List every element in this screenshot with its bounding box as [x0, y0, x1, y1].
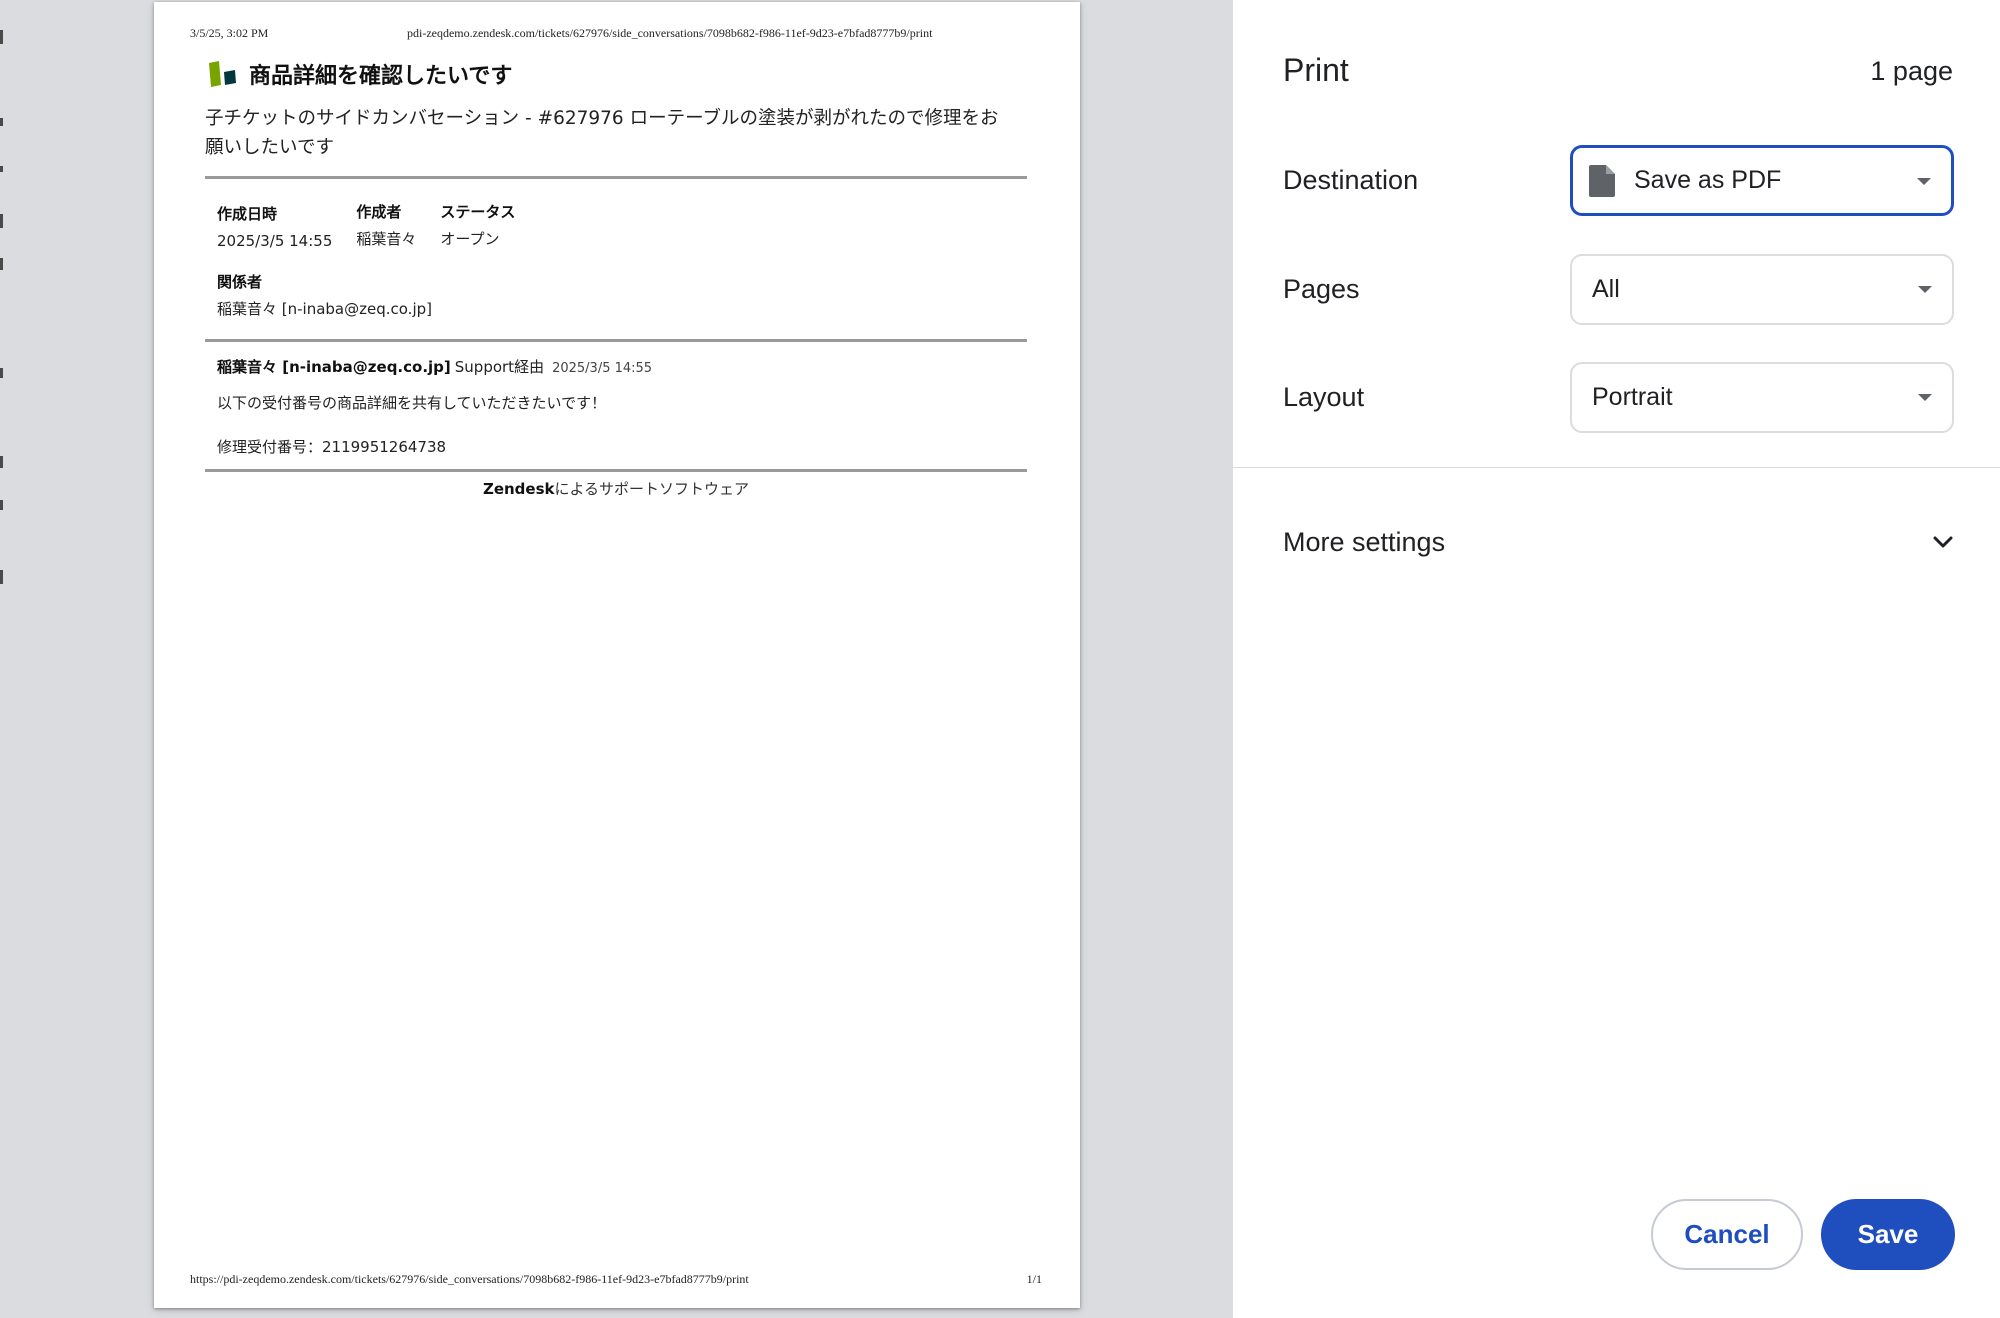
meta-cc: 関係者 稲葉音々 [n-inaba@zeq.co.jp] [217, 268, 1015, 322]
panel-title: Print [1283, 52, 1349, 88]
message-author: 稲葉音々 [n-inaba@zeq.co.jp] [217, 358, 451, 376]
message-timestamp: 2025/3/5 14:55 [552, 361, 653, 376]
page-header-url: pdi-zeqdemo.zendesk.com/tickets/627976/s… [407, 26, 933, 40]
cancel-button[interactable]: Cancel [1651, 1199, 1803, 1270]
powered-by-text: によるサポートソフトウェア [554, 480, 750, 498]
pages-select[interactable]: All [1570, 254, 1954, 325]
powered-by-brand: Zendesk [482, 480, 555, 498]
print-preview-area: 3/5/25, 3:02 PM pdi-zeqdemo.zendesk.com/… [0, 0, 1233, 1318]
message-body-line: 修理受付番号：2119951264738 [217, 438, 447, 456]
message-channel: Support経由 [454, 358, 545, 376]
document-icon [1589, 164, 1615, 197]
meta-value: 稲葉音々 [356, 230, 417, 248]
meta-label: 作成者 [356, 203, 402, 221]
message-entry: 稲葉音々 [n-inaba@zeq.co.jp] Support経由 2025/3/… [205, 342, 1027, 469]
chevron-down-icon [1933, 536, 1953, 548]
ticket-meta: 作成日時 2025/3/5 14:55 作成者 稲葉音々 ステータス オープン … [205, 179, 1027, 339]
subtitle-line: 願いしたいです [205, 137, 334, 158]
layout-value: Portrait [1592, 383, 1673, 411]
message-header: 稲葉音々 [n-inaba@zeq.co.jp] Support経由 2025/3/… [217, 355, 1015, 381]
meta-value: オープン [440, 230, 500, 248]
zendesk-logo-icon [209, 61, 236, 87]
meta-label: 関係者 [217, 273, 263, 291]
meta-label: ステータス [440, 203, 516, 221]
document-title: 商品詳細を確認したいです [249, 64, 513, 89]
dropdown-arrow-icon [1918, 394, 1932, 401]
page-header-datetime: 3/5/25, 3:02 PM [190, 26, 269, 40]
divider [205, 469, 1027, 472]
more-settings-label: More settings [1283, 526, 1446, 557]
pages-label: Pages [1283, 274, 1360, 304]
pages-value: All [1592, 275, 1620, 303]
destination-label: Destination [1283, 165, 1419, 195]
page-footer-page-number: 1/1 [1026, 1272, 1042, 1286]
message-body-line: 以下の受付番号の商品詳細を共有していただきたいです！ [217, 394, 607, 412]
layout-label: Layout [1283, 382, 1365, 412]
background-page-edge [0, 0, 4, 620]
subtitle-line: 子チケットのサイドカンバセーション - #627976 ローテーブルの塗装が剥が… [205, 108, 999, 129]
layout-select[interactable]: Portrait [1570, 362, 1954, 433]
save-button[interactable]: Save [1821, 1199, 1955, 1270]
document-title-row: 商品詳細を確認したいです [205, 54, 1027, 94]
destination-value: Save as PDF [1634, 166, 1782, 194]
more-settings-toggle[interactable]: More settings [1283, 520, 1955, 564]
ticket-document: 商品詳細を確認したいです 子チケットのサイドカンバセーション - #627976… [205, 54, 1027, 499]
dropdown-arrow-icon [1917, 178, 1931, 185]
document-subtitle: 子チケットのサイドカンバセーション - #627976 ローテーブルの塗装が剥が… [205, 104, 1027, 162]
meta-label: 作成日時 [217, 205, 278, 223]
preview-page: 3/5/25, 3:02 PM pdi-zeqdemo.zendesk.com/… [154, 2, 1080, 1308]
powered-by: Zendeskによるサポートソフトウェア [205, 478, 1027, 499]
meta-author: 作成者 稲葉音々 [356, 198, 416, 254]
destination-select[interactable]: Save as PDF [1570, 145, 1954, 216]
meta-status: ステータス オープン [440, 198, 515, 254]
page-count: 1 page [1870, 56, 1953, 86]
meta-value: 2025/3/5 14:55 [217, 232, 333, 250]
print-settings-panel: Print 1 page Destination Save as PDF Pag… [1233, 0, 2000, 1318]
meta-created: 作成日時 2025/3/5 14:55 [217, 198, 332, 254]
panel-divider [1233, 467, 2000, 468]
dropdown-arrow-icon [1918, 286, 1932, 293]
page-footer-url: https://pdi-zeqdemo.zendesk.com/tickets/… [190, 1272, 749, 1286]
meta-value: 稲葉音々 [n-inaba@zeq.co.jp] [217, 300, 432, 318]
